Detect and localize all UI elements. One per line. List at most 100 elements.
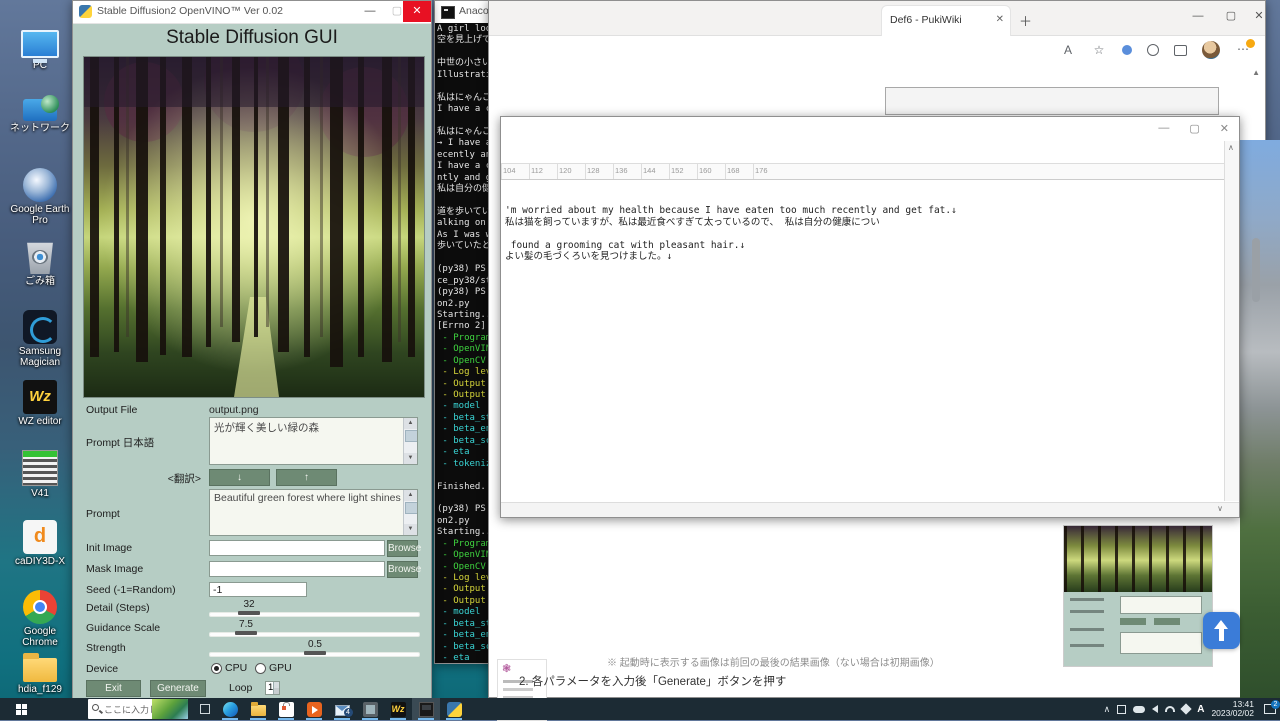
settings-ellipsis-icon[interactable]: ⋯ bbox=[1235, 42, 1251, 58]
chrome-icon bbox=[23, 590, 57, 624]
gpu-radio[interactable] bbox=[255, 663, 266, 674]
steps-slider-handle[interactable] bbox=[238, 611, 260, 615]
editor-line: 'm worried about my health because I hav… bbox=[505, 205, 1223, 217]
task-view-icon[interactable] bbox=[196, 698, 216, 720]
speaker-icon[interactable] bbox=[1152, 705, 1158, 713]
store-icon bbox=[279, 702, 294, 717]
screenshot-gui-mock bbox=[1064, 592, 1212, 666]
desktop-icon-wz[interactable]: WzWZ editor bbox=[8, 380, 72, 427]
desktop-icon-label: WZ editor bbox=[8, 416, 72, 427]
edge-icon bbox=[223, 702, 238, 717]
bing-highlight-image[interactable] bbox=[152, 699, 188, 719]
new-tab-icon[interactable]: ＋ bbox=[1019, 11, 1032, 30]
clock-date: 2023/02/02 bbox=[1211, 709, 1254, 718]
page-note-text: ※ 起動時に表示する画像は前回の最後の結果画像（ない場合は初期画像） bbox=[607, 654, 940, 669]
desktop-icon-pc[interactable]: PC bbox=[8, 26, 72, 71]
tray-expand-icon[interactable]: ∧ bbox=[1104, 704, 1111, 715]
editor-line: 私は猫を飼っていますが、私は最近食べすぎて太っているので、 私は自分の健康につい bbox=[505, 217, 1223, 229]
network-icon[interactable] bbox=[1165, 706, 1175, 712]
prompt-jp-textarea[interactable]: 光が輝く美しい緑の森 ▲▼ bbox=[209, 417, 418, 465]
favicon-icon[interactable] bbox=[1122, 45, 1132, 55]
tab-close-icon[interactable]: ✕ bbox=[996, 14, 1004, 25]
ruler-number: 160 bbox=[697, 164, 725, 179]
browser-tab[interactable]: Def6 - PukiWiki ✕ bbox=[881, 5, 1011, 36]
page-top-button[interactable] bbox=[1203, 612, 1240, 649]
wz-editor-icon: Wz bbox=[391, 702, 406, 717]
taskbar-edge[interactable] bbox=[216, 698, 244, 720]
guidance-slider-handle[interactable] bbox=[235, 631, 257, 635]
editor-status-bar bbox=[501, 502, 1239, 517]
read-aloud-icon[interactable]: A bbox=[1060, 43, 1076, 57]
taskbar-photos[interactable] bbox=[356, 698, 384, 720]
init-image-input[interactable] bbox=[209, 540, 385, 556]
init-browse-button[interactable]: Browse bbox=[387, 540, 418, 557]
cpu-radio[interactable] bbox=[211, 663, 222, 674]
editor-maximize-button[interactable]: ▢ bbox=[1189, 122, 1199, 135]
desktop-icon-bin[interactable]: ごみ箱 bbox=[8, 240, 72, 287]
editor-text-area[interactable]: 'm worried about my health because I hav… bbox=[505, 205, 1223, 497]
edge-scrollbar-thumb[interactable] bbox=[1252, 238, 1260, 302]
ime-indicator[interactable]: A bbox=[1197, 704, 1204, 715]
desktop-icon-magician[interactable]: Samsung Magician bbox=[8, 310, 72, 368]
seed-input[interactable]: -1 bbox=[209, 582, 307, 597]
sd-close-button[interactable]: ✕ bbox=[403, 1, 431, 22]
desktop-icon-network[interactable]: ネットワーク bbox=[8, 96, 72, 134]
ruler-number: 120 bbox=[557, 164, 585, 179]
taskbar-python[interactable] bbox=[440, 698, 468, 720]
network-icon bbox=[23, 99, 57, 121]
page-screenshot-thumbnail bbox=[1063, 525, 1213, 667]
notification-icon[interactable]: 2 bbox=[1264, 704, 1276, 714]
taskbar-explorer[interactable] bbox=[244, 698, 272, 720]
gpu-label[interactable]: GPU bbox=[269, 662, 292, 674]
start-button[interactable] bbox=[0, 698, 46, 720]
desktop-icon-globe[interactable]: Google Earth Pro bbox=[8, 168, 72, 226]
editor-close-button[interactable]: ✕ bbox=[1220, 122, 1229, 135]
mask-browse-button[interactable]: Browse bbox=[387, 561, 418, 578]
onedrive-icon[interactable] bbox=[1133, 706, 1145, 713]
device-label: Device bbox=[86, 663, 118, 675]
output-file-value: output.png bbox=[209, 404, 259, 416]
taskbar-console[interactable] bbox=[412, 698, 440, 720]
cpu-label[interactable]: CPU bbox=[225, 662, 247, 674]
translate-down-button[interactable]: ↓ bbox=[209, 469, 270, 486]
ruler-number: 144 bbox=[641, 164, 669, 179]
taskbar: ここに入力して検索 4 Wz ∧ A 13:41 2023/02/02 2 bbox=[0, 698, 1280, 720]
desktop-icon-v41[interactable]: V41 bbox=[8, 450, 72, 499]
exit-button[interactable]: Exit bbox=[86, 680, 141, 697]
edge-maximize-button[interactable]: ▢ bbox=[1218, 5, 1244, 27]
profile-avatar[interactable] bbox=[1202, 41, 1220, 59]
editor-minimize-button[interactable]: — bbox=[1158, 122, 1169, 135]
ruler-number: 104 bbox=[501, 164, 529, 179]
strength-value: 0.5 bbox=[300, 639, 330, 650]
collections-icon[interactable] bbox=[1174, 45, 1187, 56]
edge-close-button[interactable]: ✕ bbox=[1246, 5, 1272, 27]
edge-minimize-button[interactable]: — bbox=[1185, 5, 1211, 27]
editor-column-ruler: 104112120128136144152160168176 bbox=[501, 163, 1225, 180]
taskbar-search-box[interactable]: ここに入力して検索 bbox=[88, 699, 188, 719]
taskbar-store[interactable] bbox=[272, 698, 300, 720]
prompt-textarea[interactable]: Beautiful green forest where light shine… bbox=[209, 489, 418, 536]
strength-slider-handle[interactable] bbox=[304, 651, 326, 655]
taskbar-mail[interactable]: 4 bbox=[328, 698, 356, 720]
taskbar-wz[interactable]: Wz bbox=[384, 698, 412, 720]
desktop-icon-folder[interactable]: hdia_f129 bbox=[8, 652, 72, 695]
desktop-icon-cadiy[interactable]: dcaDIY3D-X bbox=[8, 520, 72, 567]
translate-up-button[interactable]: ↑ bbox=[276, 469, 337, 486]
desktop-icon-chrome[interactable]: Google Chrome bbox=[8, 590, 72, 648]
loop-spinbox[interactable]: 1 bbox=[265, 681, 280, 695]
mask-image-input[interactable] bbox=[209, 561, 385, 577]
system-tray: ∧ A 13:41 2023/02/02 2 bbox=[1104, 700, 1280, 718]
taskbar-media[interactable] bbox=[300, 698, 328, 720]
scroll-up-icon[interactable]: ▲ bbox=[1252, 68, 1260, 77]
extensions-icon[interactable] bbox=[1147, 44, 1159, 56]
dropbox-icon[interactable] bbox=[1181, 703, 1192, 714]
seed-label: Seed (-1=Random) bbox=[86, 584, 176, 596]
taskbar-clock[interactable]: 13:41 2023/02/02 bbox=[1211, 700, 1254, 718]
console-taskbar-icon bbox=[419, 702, 434, 717]
sd-minimize-button[interactable]: — bbox=[356, 1, 384, 22]
tray-app-icon[interactable] bbox=[1117, 705, 1126, 714]
editor-scrollbar[interactable] bbox=[1224, 141, 1239, 501]
editor-line bbox=[505, 228, 1223, 240]
generate-button[interactable]: Generate bbox=[150, 680, 206, 697]
favorites-star-icon[interactable]: ☆ bbox=[1091, 43, 1107, 57]
